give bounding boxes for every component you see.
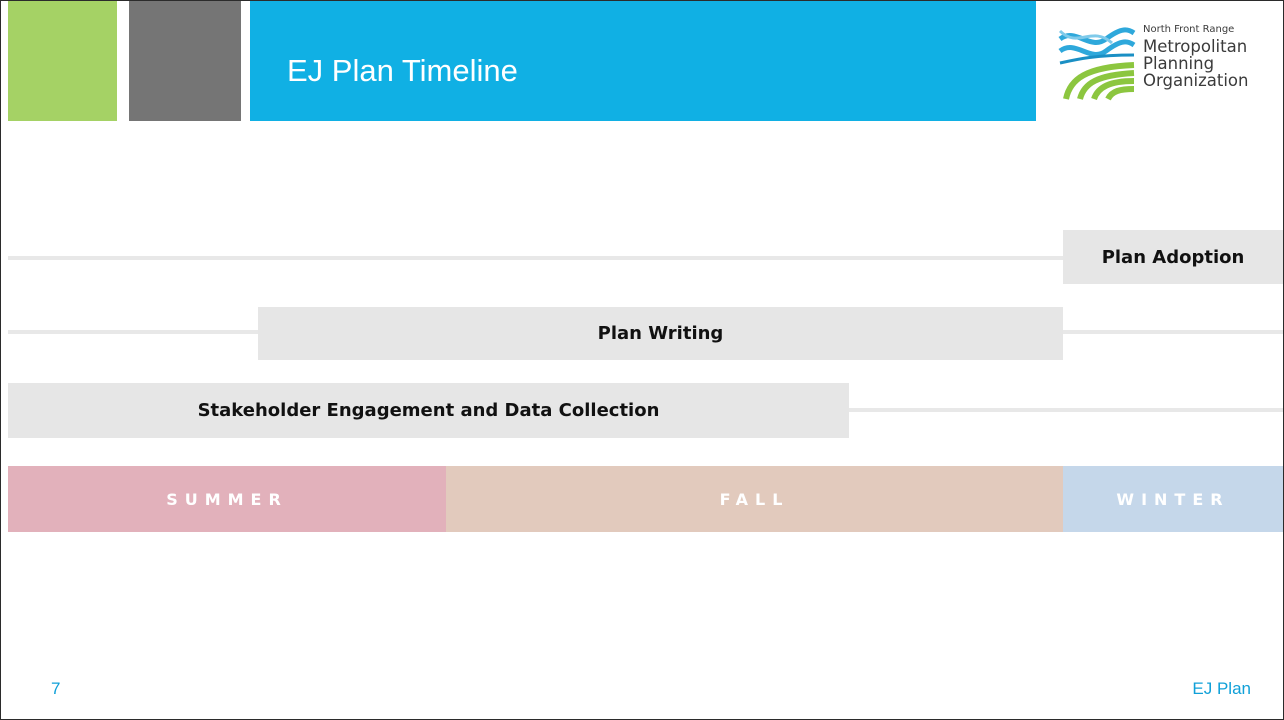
logo-line-2: Metropolitan: [1143, 36, 1248, 56]
logo-line-1: North Front Range: [1143, 24, 1235, 35]
season-winter: WINTER: [1063, 466, 1283, 532]
timeline-line-3: [849, 408, 1283, 412]
season-fall: FALL: [446, 466, 1063, 532]
timeline-line-2a: [8, 330, 258, 334]
nfrmpo-logo: North Front Range Metropolitan Planning …: [1056, 21, 1271, 111]
task-bar-plan-writing: Plan Writing: [258, 307, 1063, 360]
footer-label: EJ Plan: [1192, 679, 1251, 698]
timeline-line-2b: [1063, 330, 1283, 334]
slide: EJ Plan Timeline North Front Range Metro…: [0, 0, 1284, 720]
task-label: Plan Writing: [597, 323, 724, 344]
nfrmpo-logo-icon: [1056, 21, 1136, 101]
task-label: Stakeholder Engagement and Data Collecti…: [197, 400, 660, 421]
season-label: FALL: [719, 489, 790, 509]
task-bar-stakeholder-engagement: Stakeholder Engagement and Data Collecti…: [8, 383, 849, 438]
header-gray-square: [129, 1, 241, 121]
season-label: SUMMER: [166, 489, 288, 509]
season-label: WINTER: [1116, 489, 1230, 509]
season-summer: SUMMER: [8, 466, 446, 532]
title-bar: EJ Plan Timeline: [250, 1, 1036, 121]
header-green-square: [8, 1, 117, 121]
logo-line-4: Organization: [1143, 71, 1249, 91]
task-bar-plan-adoption: Plan Adoption: [1063, 230, 1283, 284]
task-label: Plan Adoption: [1101, 246, 1245, 268]
page-title: EJ Plan Timeline: [287, 53, 518, 88]
logo-line-3: Planning: [1143, 53, 1215, 73]
timeline-line-1: [8, 256, 1064, 260]
page-number: 7: [51, 679, 61, 698]
logo-text: North Front Range Metropolitan Planning …: [1143, 24, 1249, 91]
